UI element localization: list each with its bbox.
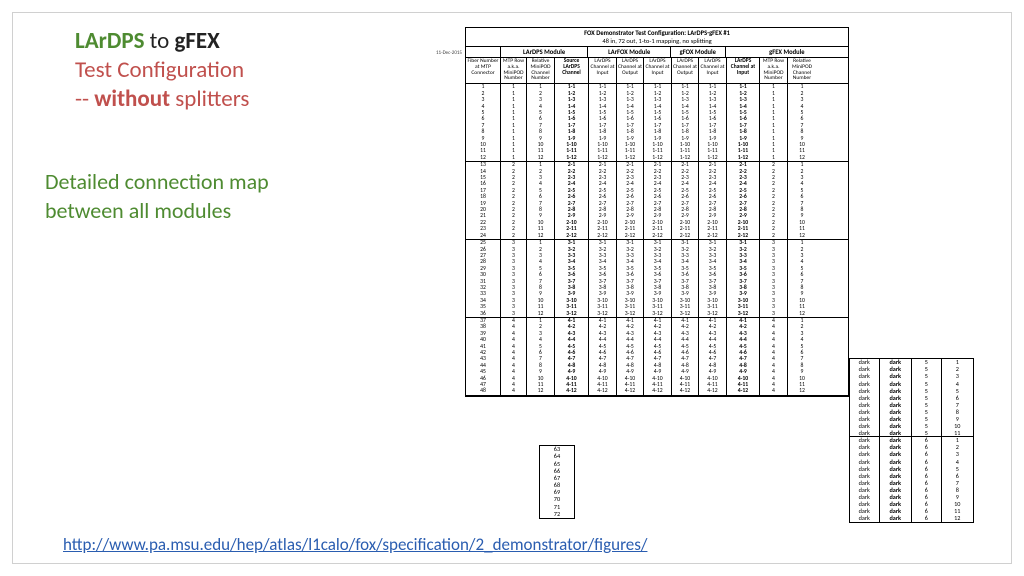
col-source: Source LArDPS Channel bbox=[555, 58, 589, 83]
title-block: LArDPS to gFEX Test Configuration -- wit… bbox=[75, 27, 249, 113]
table-cell: 4 bbox=[501, 388, 527, 394]
desc-line1: Detailed connection map bbox=[45, 168, 269, 197]
table-cell: 1-12 bbox=[617, 155, 644, 161]
table-cell: 2-12 bbox=[672, 232, 699, 238]
table-cell: 3-12 bbox=[589, 310, 617, 316]
col-gfex-mtp: MTP Row a.k.a. MiniPOD Number bbox=[760, 58, 788, 83]
table-cell: 6 bbox=[912, 515, 942, 522]
desc-line2: between all modules bbox=[45, 197, 269, 226]
table-cell: 2-12 bbox=[617, 232, 644, 238]
table-cell: 2-12 bbox=[699, 232, 727, 238]
table-cell: 1-12 bbox=[672, 155, 699, 161]
table-cell: 72 bbox=[540, 511, 574, 518]
table-cell: 3-12 bbox=[555, 310, 589, 316]
table-cell: 1-12 bbox=[589, 155, 617, 161]
overflow-table-2: darkdark61darkdark62darkdark63darkdark64… bbox=[849, 436, 974, 523]
group-blank bbox=[466, 47, 501, 57]
table-cell: 1-12 bbox=[727, 155, 760, 161]
col-gfex-input: LArDPS Channel at Input bbox=[727, 58, 760, 83]
table-cell: 12 bbox=[788, 232, 816, 238]
footer-url[interactable]: http://www.pa.msu.edu/hep/atlas/l1calo/f… bbox=[63, 534, 647, 555]
col-larfox-in: LArDPS Channel at Input bbox=[589, 58, 617, 83]
table-cell: 4-12 bbox=[555, 388, 589, 394]
table-cell: 3-12 bbox=[672, 310, 699, 316]
table-cell: 2 bbox=[760, 232, 788, 238]
group-larfox: LArFOX Module bbox=[588, 47, 671, 57]
table-body: 1111-11-11-11-11-11-11-1112121-21-21-21-… bbox=[466, 84, 848, 396]
table-cell: 4-12 bbox=[699, 388, 727, 394]
table-cell: 4 bbox=[760, 388, 788, 394]
table-cell: 3-12 bbox=[617, 310, 644, 316]
table-cell: 2 bbox=[501, 232, 527, 238]
table-title: FOX Demonstrator Test Configuration: LAr… bbox=[466, 28, 848, 47]
table-cell: 1-12 bbox=[555, 155, 589, 161]
col-rel-mp: Relative MiniPOD Channel Number bbox=[527, 58, 555, 83]
table-cell: 3 bbox=[760, 310, 788, 316]
table-cell: 12 bbox=[788, 310, 816, 316]
date-tag: 11-Dec-2015 bbox=[436, 50, 462, 56]
footer-link: http://www.pa.msu.edu/hep/atlas/l1calo/f… bbox=[63, 534, 647, 555]
slide-frame: LArDPS to gFEX Test Configuration -- wit… bbox=[12, 12, 1012, 564]
table-cell: 12 bbox=[527, 388, 555, 394]
table-cell: 1 bbox=[501, 155, 527, 161]
table-cell: 2-12 bbox=[555, 232, 589, 238]
group-lardps: LArDPS Module bbox=[501, 47, 589, 57]
table-cell: 12 bbox=[527, 232, 555, 238]
table-cell: 2-12 bbox=[644, 232, 672, 238]
group-gfox: gFOX Module bbox=[671, 47, 726, 57]
table-group-row: LArDPS Module LArFOX Module gFOX Module … bbox=[466, 47, 848, 58]
title-line3-bold: without bbox=[94, 85, 170, 113]
table-cell: 3-12 bbox=[727, 310, 760, 316]
table-cell: 36 bbox=[466, 310, 501, 316]
table-cell: 12 bbox=[527, 310, 555, 316]
table-row: 484124-124-124-124-124-124-124-12412 bbox=[466, 388, 848, 395]
title-part3: gFEX bbox=[174, 27, 219, 55]
table-cell: 1 bbox=[760, 155, 788, 161]
table-cell: 4-12 bbox=[644, 388, 672, 394]
table-cell: dark bbox=[880, 515, 912, 522]
col-mtp-row: MTP Row a.k.a. MiniPOD Number bbox=[501, 58, 527, 83]
table-title-sub: 48 in, 72 out, 1-to-1 mapping, no splitt… bbox=[466, 37, 848, 45]
title-line3: -- without splitters bbox=[75, 85, 249, 114]
overflow-table-1: darkdark51darkdark52darkdark53darkdark54… bbox=[849, 358, 974, 445]
description-block: Detailed connection map between all modu… bbox=[45, 168, 269, 225]
table-cell: 4-12 bbox=[672, 388, 699, 394]
table-cell: 4-12 bbox=[589, 388, 617, 394]
table-title-main: FOX Demonstrator Test Configuration: LAr… bbox=[466, 29, 848, 37]
table-cell: 3-12 bbox=[644, 310, 672, 316]
table-cell: 4-12 bbox=[727, 388, 760, 394]
table-cell: 3-12 bbox=[699, 310, 727, 316]
col-larfox-out: LArDPS Channel at Output bbox=[617, 58, 644, 83]
table-cell: dark bbox=[850, 515, 880, 522]
table-cell: 12 bbox=[466, 155, 501, 161]
table-cell: 12 bbox=[942, 515, 973, 522]
main-table: 11-Dec-2015 FOX Demonstrator Test Config… bbox=[465, 27, 849, 397]
table-cell: 1-12 bbox=[644, 155, 672, 161]
table-row: darkdark612 bbox=[850, 515, 973, 522]
table-cell: 24 bbox=[466, 232, 501, 238]
title-line1: LArDPS to gFEX bbox=[75, 27, 249, 56]
table-cell: 12 bbox=[788, 155, 816, 161]
overflow-table-3: 63646566676869707172 bbox=[539, 445, 575, 519]
table-cell: 1-12 bbox=[699, 155, 727, 161]
col-gfox-in: LArDPS Channel at Input bbox=[644, 58, 672, 83]
table-cell: 12 bbox=[788, 388, 816, 394]
group-gfex: gFEX Module bbox=[726, 47, 848, 57]
col-fiber: Fiber Number at MTP Connector bbox=[466, 58, 501, 83]
col-gfex-rel: Relative MiniPOD Channel Number bbox=[788, 58, 816, 83]
table-cell: 2-12 bbox=[589, 232, 617, 238]
table-cell: 3 bbox=[501, 310, 527, 316]
title-line3-prefix: -- bbox=[75, 85, 94, 113]
table-cell: 48 bbox=[466, 388, 501, 394]
col-gfex-in: LArDPS Channel at Input bbox=[699, 58, 727, 83]
title-line3-suffix: splitters bbox=[170, 85, 249, 113]
title-part1: LArDPS bbox=[75, 27, 144, 55]
title-part2: to bbox=[150, 27, 170, 55]
table-col-headers: Fiber Number at MTP Connector MTP Row a.… bbox=[466, 58, 848, 84]
table-cell: 2-12 bbox=[727, 232, 760, 238]
col-gfox-out: LArDPS Channel at Output bbox=[672, 58, 699, 83]
title-line2: Test Configuration bbox=[75, 56, 249, 85]
table-cell: 4-12 bbox=[617, 388, 644, 394]
table-cell: 12 bbox=[527, 155, 555, 161]
